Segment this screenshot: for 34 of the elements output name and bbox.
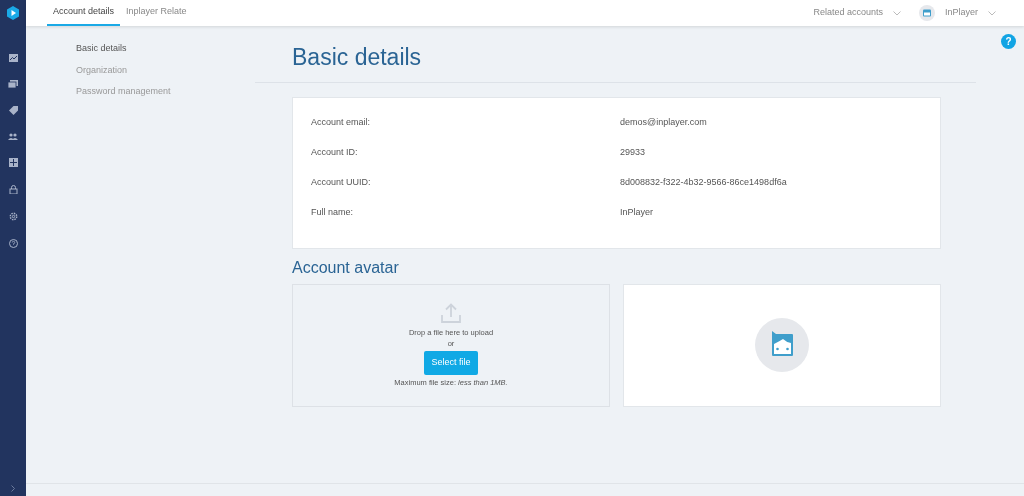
- help-icon[interactable]: [8, 239, 18, 248]
- field-label: Account UUID:: [311, 175, 372, 189]
- avatar-icon: [918, 5, 935, 21]
- field-value: 8d008832-f322-4b32-9566-86ce1498df6a: [620, 175, 787, 189]
- upload-icon: [440, 302, 462, 323]
- avatar-drawing: [755, 318, 809, 373]
- tag-icon[interactable]: [8, 106, 18, 115]
- help-button[interactable]: ?: [1001, 34, 1016, 49]
- chevron-icon: [892, 10, 901, 16]
- side-nav-link[interactable]: Password management: [76, 85, 171, 99]
- field-label: Account email:: [311, 115, 372, 129]
- lock-icon[interactable]: [8, 185, 18, 194]
- field-value: InPlayer: [620, 205, 654, 219]
- select-file-button[interactable]: Select file: [424, 351, 478, 375]
- users-icon[interactable]: [8, 133, 18, 140]
- grid-icon[interactable]: [8, 158, 18, 167]
- media-icon[interactable]: [8, 80, 18, 88]
- user-menu[interactable]: InPlayer: [938, 5, 984, 21]
- logo-icon[interactable]: [6, 6, 20, 20]
- section-title: Account avatar: [292, 257, 400, 277]
- chart-icon[interactable]: [8, 54, 18, 62]
- field-value: 29933: [620, 145, 646, 159]
- field-value: demos@inplayer.com: [620, 115, 707, 129]
- expand-icon[interactable]: [11, 485, 15, 492]
- tab[interactable]: Inplayer Relate: [120, 0, 193, 26]
- page-title: Basic details: [292, 44, 423, 72]
- field-label: Account ID:: [311, 145, 359, 159]
- related-accounts-dropdown[interactable]: Related accounts: [807, 5, 889, 21]
- settings-icon[interactable]: [8, 212, 18, 221]
- chevron-icon: [988, 10, 996, 16]
- tab[interactable]: Account details: [47, 0, 121, 26]
- field-label: Full name:: [311, 205, 355, 219]
- side-nav-link[interactable]: Basic details: [76, 42, 127, 56]
- side-nav-link[interactable]: Organization: [76, 63, 128, 77]
